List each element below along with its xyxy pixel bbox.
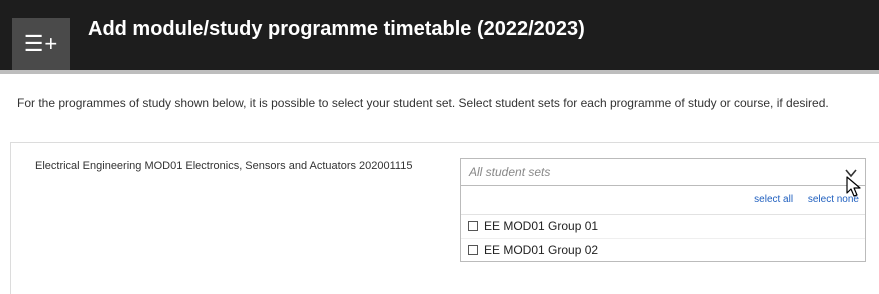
intro-text: For the programmes of study shown below,… [17, 96, 829, 110]
dropdown-divider [461, 214, 865, 215]
checkbox[interactable] [468, 245, 478, 255]
option-label: EE MOD01 Group 02 [484, 243, 599, 257]
course-label: Electrical Engineering MOD01 Electronics… [35, 160, 413, 172]
chevron-down-icon[interactable] [843, 165, 859, 181]
header-divider [0, 70, 879, 74]
select-placeholder: All student sets [469, 165, 551, 179]
menu-add-icon[interactable]: ☰+ [12, 18, 70, 70]
student-set-option-1[interactable]: EE MOD01 Group 01 [468, 219, 598, 233]
option-divider [461, 238, 865, 239]
checkbox[interactable] [468, 221, 478, 231]
student-set-select[interactable]: All student sets [460, 158, 866, 186]
option-label: EE MOD01 Group 01 [484, 219, 599, 233]
select-all-link[interactable]: select all [754, 194, 793, 205]
student-set-dropdown: select all select none EE MOD01 Group 01… [460, 186, 866, 262]
page-header: ☰+ Add module/study programme timetable … [0, 0, 879, 70]
select-none-link[interactable]: select none [808, 194, 859, 205]
student-set-option-2[interactable]: EE MOD01 Group 02 [468, 243, 598, 257]
menu-add-icon-glyph: ☰+ [23, 31, 59, 56]
dropdown-links: select all select none [742, 194, 859, 205]
page-title: Add module/study programme timetable (20… [88, 18, 585, 40]
